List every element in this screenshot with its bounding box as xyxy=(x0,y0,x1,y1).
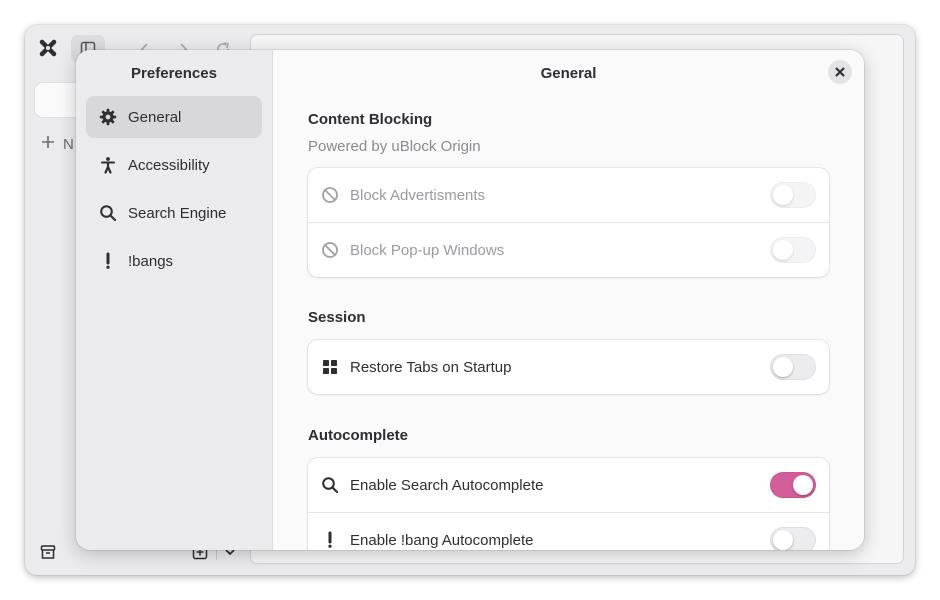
content-blocking-section: Content Blocking Powered by uBlock Origi… xyxy=(308,111,829,277)
section-title: Autocomplete xyxy=(308,427,409,444)
block-ads-row: Block Advertisments xyxy=(308,168,829,222)
autocomplete-card: Enable Search Autocomplete Enable !bang … xyxy=(308,458,829,550)
sidebar-title: Preferences xyxy=(131,64,217,82)
new-tab-row[interactable]: N xyxy=(41,135,74,153)
section-subtitle: Powered by uBlock Origin xyxy=(308,138,481,155)
exclamation-icon xyxy=(98,251,118,271)
session-card: Restore Tabs on Startup xyxy=(308,340,829,394)
session-section: Session Restore Tabs on Startup xyxy=(308,309,829,394)
switch-knob xyxy=(773,240,793,260)
plus-icon xyxy=(41,135,55,153)
preferences-content: General Content Blocking Powered by uBlo… xyxy=(273,50,864,550)
new-tab-label: N xyxy=(63,135,74,153)
search-autocomplete-switch[interactable] xyxy=(770,472,816,498)
tabs-grid-icon xyxy=(321,358,339,376)
row-label: Block Advertisments xyxy=(350,186,486,204)
switch-knob xyxy=(773,185,793,205)
preferences-sidebar: Preferences General Accessibility Search… xyxy=(76,50,273,550)
switch-knob xyxy=(793,475,813,495)
gear-icon xyxy=(98,107,118,127)
section-title: Content Blocking xyxy=(308,111,433,128)
bang-autocomplete-switch[interactable] xyxy=(770,527,816,550)
block-popups-row: Block Pop-up Windows xyxy=(308,222,829,277)
close-icon xyxy=(835,64,845,81)
accessibility-icon xyxy=(98,155,118,175)
preferences-dialog: Preferences General Accessibility Search… xyxy=(76,50,864,550)
row-label: Enable Search Autocomplete xyxy=(350,476,544,494)
switch-knob xyxy=(773,530,793,550)
search-icon xyxy=(321,476,339,494)
block-popups-switch[interactable] xyxy=(770,237,816,263)
block-ads-switch[interactable] xyxy=(770,182,816,208)
nav-item-label: Search Engine xyxy=(128,204,227,222)
search-icon xyxy=(98,203,118,223)
bang-autocomplete-row: Enable !bang Autocomplete xyxy=(308,512,829,550)
close-button[interactable] xyxy=(828,60,852,84)
page-title: General xyxy=(540,64,597,82)
row-label: Enable !bang Autocomplete xyxy=(350,531,534,549)
exclamation-icon xyxy=(321,531,339,549)
content-blocking-card: Block Advertisments Block Pop-up Windows xyxy=(308,168,829,277)
block-icon xyxy=(321,186,339,204)
nav-item-label: General xyxy=(128,108,182,126)
nav-item-bangs[interactable]: !bangs xyxy=(86,240,262,282)
nav-item-label: Accessibility xyxy=(128,156,210,174)
preferences-nav: General Accessibility Search Engine !ban… xyxy=(76,96,272,282)
nav-item-search-engine[interactable]: Search Engine xyxy=(86,192,262,234)
archive-icon[interactable] xyxy=(37,541,59,563)
nav-item-label: !bangs xyxy=(128,252,174,270)
switch-knob xyxy=(773,357,793,377)
nav-item-accessibility[interactable]: Accessibility xyxy=(86,144,262,186)
section-title: Session xyxy=(308,309,366,326)
page-header: General xyxy=(273,50,864,96)
row-label: Restore Tabs on Startup xyxy=(350,358,512,376)
restore-tabs-row: Restore Tabs on Startup xyxy=(308,340,829,394)
app-logo-icon xyxy=(37,37,59,59)
nav-item-general[interactable]: General xyxy=(86,96,262,138)
row-label: Block Pop-up Windows xyxy=(350,241,505,259)
restore-tabs-switch[interactable] xyxy=(770,354,816,380)
autocomplete-section: Autocomplete Enable Search Autocomplete … xyxy=(308,427,829,550)
search-autocomplete-row: Enable Search Autocomplete xyxy=(308,458,829,512)
block-icon xyxy=(321,241,339,259)
